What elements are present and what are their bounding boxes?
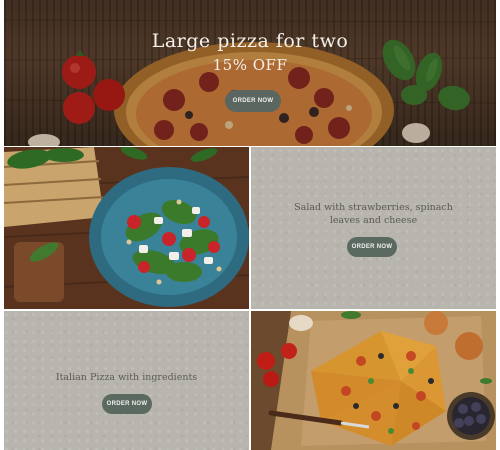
pizza-photo xyxy=(251,311,496,450)
salad-caption: Salad with strawberries, spinach leaves … xyxy=(294,202,453,226)
salad-promo-panel: Salad with strawberries, spinach leaves … xyxy=(251,147,496,309)
salad-order-now-button[interactable]: ORDER NOW xyxy=(347,237,397,257)
promo-page: Large pizza for two 15% OFF ORDER NOW Sa… xyxy=(0,0,500,450)
pizza-promo-panel: Italian Pizza with ingredients ORDER NOW xyxy=(4,311,249,450)
pizza-illustration xyxy=(251,311,496,450)
hero-order-now-button[interactable]: ORDER NOW xyxy=(225,90,281,112)
hero-title: Large pizza for two xyxy=(151,30,349,52)
pizza-order-now-button[interactable]: ORDER NOW xyxy=(102,394,152,414)
salad-illustration xyxy=(4,147,249,309)
salad-photo xyxy=(4,147,249,309)
pizza-caption: Italian Pizza with ingredients xyxy=(55,372,198,383)
hero-banner: Large pizza for two 15% OFF ORDER NOW xyxy=(4,0,496,146)
hero-discount: 15% OFF xyxy=(212,56,288,74)
